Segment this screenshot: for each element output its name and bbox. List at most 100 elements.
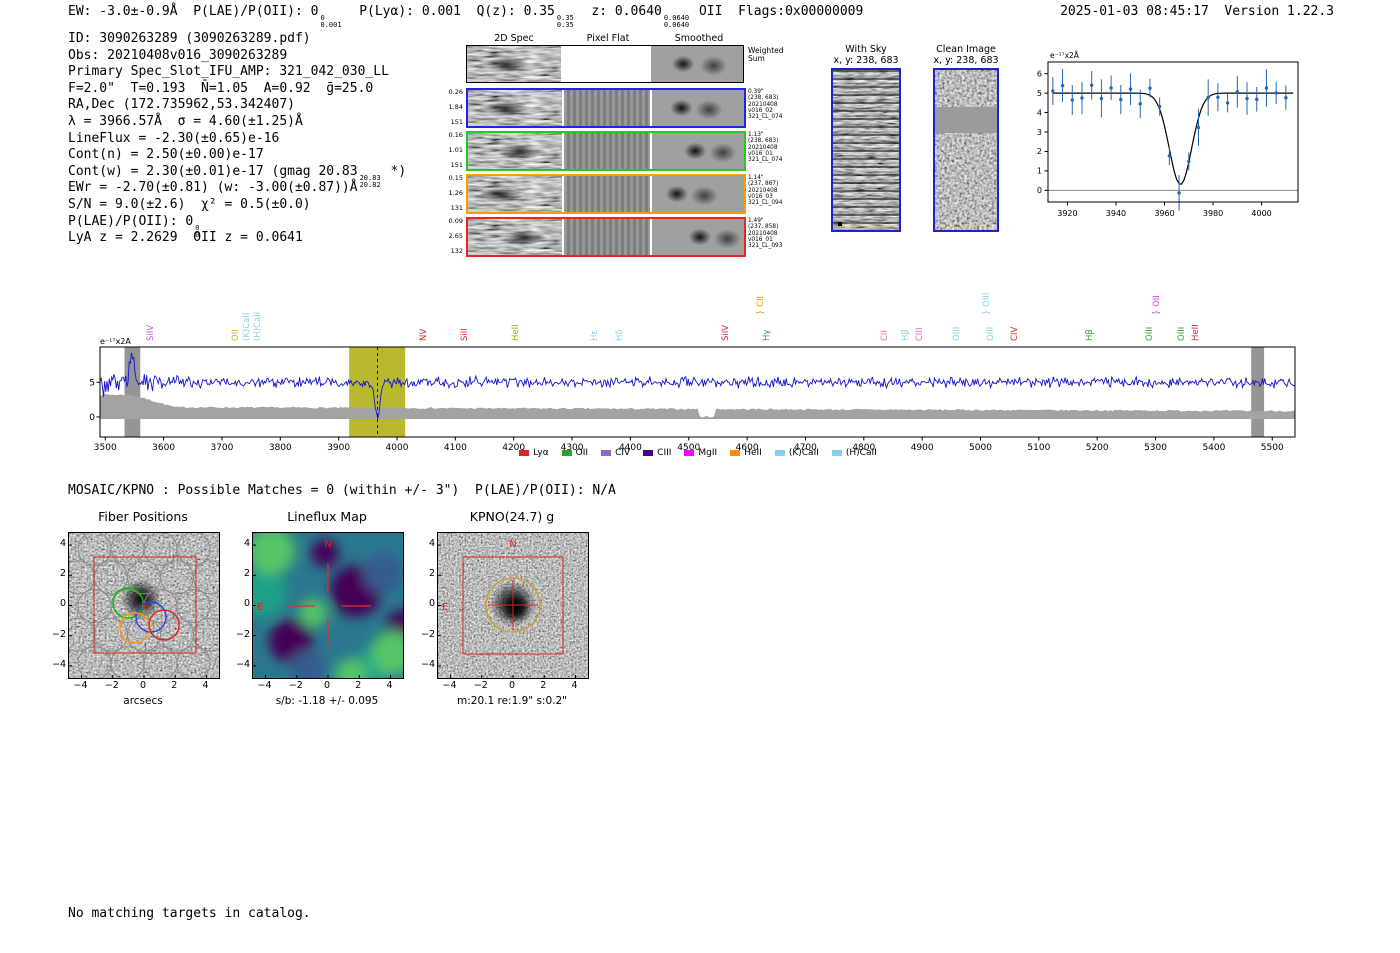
y-tick-label: 2 <box>1037 147 1042 156</box>
data-point <box>1128 87 1133 91</box>
data-point <box>1080 96 1084 100</box>
lineflux-map-image: NE <box>252 532 404 679</box>
legend-label: (H)CaII <box>845 448 877 458</box>
x-tick-label: 3920 <box>1057 209 1077 218</box>
legend-label: MgII <box>698 448 718 458</box>
x-tick-label: −2 <box>288 680 303 691</box>
legend-item: Lyα <box>519 448 549 458</box>
twod-spec-panel: 2D Spec Pixel Flat Smoothed Weighted Sum 0.26… <box>449 33 784 263</box>
fiber-row-left-labels: 0.26 1.84 151 <box>439 88 463 126</box>
data-point <box>1177 191 1181 195</box>
x-tick-label: 0 <box>323 680 331 691</box>
y-tick-label: 6 <box>1037 69 1042 78</box>
info-line: F=2.0" T=0.193 N̄=1.05 A=0.92 ḡ=25.0 <box>68 81 406 98</box>
line-label: (H)CaII <box>253 311 264 341</box>
footer-line: No matching targets in catalog. <box>68 906 311 921</box>
y-tick-label: 2 <box>59 568 66 580</box>
spec2d-cell <box>468 219 562 255</box>
info-text: LineFlux = -2.30(±0.65)e-16 <box>68 130 280 146</box>
fiber-positions-image <box>68 532 220 679</box>
info-text: Obs: 20210408v016_3090263289 <box>68 47 288 63</box>
footer-notes: No matching targets in catalog. Row inte… <box>68 876 311 953</box>
y-tick-label: 2 <box>243 568 250 580</box>
info-line: LyA z = 2.2629 OII z = 0.0641 <box>68 230 406 247</box>
y-tick-label: 4 <box>243 538 250 550</box>
y-tick-label: −4 <box>421 658 436 670</box>
x-tick-label: 4 <box>386 680 393 691</box>
smooth-blobs <box>651 46 743 82</box>
dark-smudge <box>468 176 562 212</box>
fiber-left-value: 131 <box>450 204 463 212</box>
stacked-sub: 0.001 <box>320 21 342 30</box>
x-tick-label: −4 <box>442 680 457 691</box>
smooth-cell <box>652 90 744 126</box>
y-tick-label: −2 <box>52 628 67 640</box>
stacked-fraction: 20.83 20.82 <box>360 174 381 189</box>
data-point <box>1264 86 1269 90</box>
info-line: EWr = -2.70(±0.81) (w: -3.00(±0.87))Å <box>68 180 406 197</box>
twod-col-header: 2D Spec <box>494 33 534 44</box>
fiber-left-value: 132 <box>450 247 463 255</box>
info-text: P(LAE)/P(OII): 0 <box>68 213 194 229</box>
x-tick-label: 3980 <box>1203 209 1223 218</box>
info-line: λ = 3966.57Å σ = 4.60(±1.25)Å <box>68 114 406 131</box>
x-tick-label: 0 <box>139 680 147 691</box>
data-point <box>1089 83 1094 87</box>
full-spectrum-plot: 3500 3600 3700 3800 3900 4000 4100 4200 4300 4400… <box>88 335 1308 466</box>
lineflux-map-xlabel: s/b: -1.18 +/- 0.095 <box>275 695 379 707</box>
masked-band <box>1251 347 1265 437</box>
y-tick-label: −4 <box>52 658 67 670</box>
fiber-row-right-labels: 1.13" (238, 683) 20210408 v016_01 321_LL_074 <box>748 132 802 163</box>
lineflux-map-svg: NE <box>253 533 403 678</box>
info-text: EWr = -2.70(±0.81) (w: -3.00(±0.87))Å <box>68 180 358 196</box>
data-point <box>1196 125 1201 130</box>
error-band <box>100 394 1295 419</box>
fiber-row-right-labels: 0.39" (238, 683) 20210408 v016_02 321_LL_074 <box>748 89 802 120</box>
twod-fiber-row <box>466 88 746 128</box>
data-point <box>1157 104 1162 109</box>
lineflux-map-panel: Lineflux Map NE s/b: -1.18 +/- 0.095 −4−… <box>236 505 425 710</box>
info-line: ID: 3090263289 (3090263289.pdf) <box>68 31 406 48</box>
smooth-blobs <box>652 176 744 212</box>
legend-item: HeII <box>730 448 762 458</box>
info-line: LineFlux = -2.30(±0.65)e-16 <box>68 131 406 148</box>
fiber-positions-svg <box>69 533 219 678</box>
legend-swatch <box>601 450 612 456</box>
x-tick-label: 2 <box>540 680 547 691</box>
units-label: e⁻¹⁷x2Å <box>1050 51 1080 60</box>
flat-texture <box>564 219 650 255</box>
stacked-sub: 0.35 <box>556 21 574 30</box>
elixer-detection-report: EW: -3.0±-0.9Å P(LAE)/P(OII): 0 0 0.001 P(… <box>0 0 1400 953</box>
fiber-row-right-labels: 1.49" (237, 858) 20210408 v016_01 321_LL_093 <box>748 218 802 249</box>
clean-image-panel: Clean Image x, y: 238, 683 <box>928 44 1004 232</box>
data-point <box>1109 86 1113 90</box>
map-blob <box>299 599 327 627</box>
fiber-positions-title: Fiber Positions <box>98 509 188 524</box>
lineflux-map-title: Lineflux Map <box>287 509 367 524</box>
y-tick-label: 4 <box>59 538 66 550</box>
x-tick-label: 3960 <box>1154 209 1174 218</box>
y-tick-label: 0 <box>59 598 66 610</box>
legend-label: CIII <box>657 448 672 458</box>
legend-swatch <box>561 450 572 456</box>
info-text: Primary Spec_Slot_IFU_AMP: 321_042_030_L… <box>68 64 389 80</box>
legend-swatch <box>643 450 654 456</box>
legend-item: OII <box>561 448 588 458</box>
clean-image-coords: x, y: 238, 683 <box>933 55 999 66</box>
detection-info-block: ID: 3090263289 (3090263289.pdf) Obs: 2021… <box>68 31 406 247</box>
flat-cell <box>564 176 650 212</box>
header-text: P(Lyα): 0.001 <box>343 4 477 19</box>
data-point <box>1148 86 1152 90</box>
header-summary: EW: -3.0±-0.9Å P(LAE)/P(OII): 0 0 0.001 P(… <box>68 4 863 29</box>
x-tick-label: 4 <box>571 680 578 691</box>
line-label: (K)CaII <box>242 312 253 341</box>
info-line: Cont(w) = 2.30(±0.01)e-17 (gmag 20.83 20.… <box>68 164 406 189</box>
smooth-blobs <box>652 90 744 126</box>
x-tick-label: −4 <box>73 680 88 691</box>
legend-item: CIII <box>643 448 671 458</box>
data-point <box>1284 96 1288 100</box>
with-sky-title: With Sky <box>845 44 887 55</box>
spec2d-cell <box>468 90 562 126</box>
dark-smudge <box>468 219 562 255</box>
data-point <box>1070 98 1074 102</box>
